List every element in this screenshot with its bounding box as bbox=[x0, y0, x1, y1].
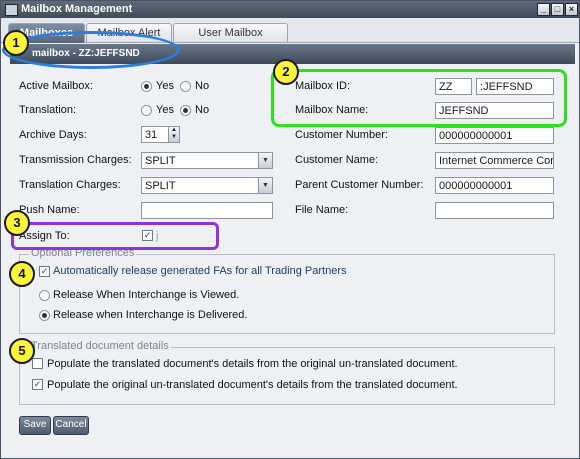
auto-release-label: Automatically release generated FAs for … bbox=[53, 265, 347, 277]
active-mailbox-no-label: No bbox=[195, 80, 210, 92]
active-mailbox-yes-radio[interactable] bbox=[141, 81, 152, 92]
translation-charges-select[interactable]: SPLIT ▼ bbox=[141, 177, 273, 194]
release-viewed-label: Release When Interchange is Viewed. bbox=[53, 289, 240, 301]
annotation-ring-purple bbox=[11, 222, 219, 250]
chevron-down-icon[interactable]: ▼ bbox=[258, 178, 272, 193]
transmission-charges-select[interactable]: SPLIT ▼ bbox=[141, 152, 273, 169]
maximize-button[interactable]: □ bbox=[551, 3, 564, 16]
customer-name-input[interactable]: Internet Commerce Corpor bbox=[435, 152, 554, 169]
callout-1: 1 bbox=[3, 30, 29, 56]
populate-original-checkbox[interactable]: ✓ bbox=[32, 379, 43, 390]
translation-charges-label: Translation Charges: bbox=[19, 179, 121, 191]
file-name-input[interactable] bbox=[435, 202, 554, 219]
file-name-label: File Name: bbox=[295, 204, 349, 216]
push-name-input[interactable] bbox=[141, 202, 273, 219]
parent-customer-number-input[interactable]: 000000000001 bbox=[435, 177, 554, 194]
translation-no-label: No bbox=[195, 104, 210, 116]
transmission-charges-value: SPLIT bbox=[145, 155, 176, 167]
translation-charges-value: SPLIT bbox=[145, 180, 176, 192]
callout-2: 2 bbox=[273, 59, 299, 85]
auto-release-checkbox[interactable]: ✓ bbox=[39, 266, 50, 277]
transmission-charges-label: Transmission Charges: bbox=[19, 154, 132, 166]
annotation-ring-blue bbox=[2, 31, 180, 69]
active-mailbox-label: Active Mailbox: bbox=[19, 80, 93, 92]
window-title: Mailbox Management bbox=[21, 3, 133, 15]
translation-no-radio[interactable] bbox=[180, 105, 191, 116]
callout-3: 3 bbox=[4, 210, 30, 236]
translated-details-group bbox=[19, 347, 555, 405]
release-viewed-radio[interactable] bbox=[39, 290, 50, 301]
callout-5: 5 bbox=[9, 338, 35, 364]
active-mailbox-no-radio[interactable] bbox=[180, 81, 191, 92]
customer-number-input[interactable]: 000000000001 bbox=[435, 127, 554, 144]
annotation-ring-green bbox=[271, 69, 567, 127]
customer-name-label: Customer Name: bbox=[295, 154, 379, 166]
title-bar: Mailbox Management _ □ × bbox=[1, 1, 579, 18]
populate-original-label: Populate the original un-translated docu… bbox=[47, 379, 458, 391]
release-delivered-radio[interactable] bbox=[39, 310, 50, 321]
parent-customer-number-label: Parent Customer Number: bbox=[295, 179, 424, 191]
tab-user-mailbox-assignments[interactable]: User Mailbox Assignments bbox=[173, 23, 288, 57]
customer-number-label: Customer Number: bbox=[295, 129, 388, 141]
archive-days-value: 31 bbox=[145, 129, 158, 141]
cancel-button[interactable]: Cancel bbox=[53, 416, 89, 435]
populate-translated-label: Populate the translated document's detai… bbox=[47, 358, 458, 370]
push-name-label: Push Name: bbox=[19, 204, 80, 216]
populate-translated-checkbox[interactable] bbox=[32, 358, 43, 369]
chevron-down-icon[interactable]: ▼ bbox=[258, 153, 272, 168]
translation-yes-label: Yes bbox=[156, 104, 174, 116]
close-button[interactable]: × bbox=[565, 3, 578, 16]
archive-days-field[interactable]: 31 ▲ ▼ bbox=[141, 126, 180, 143]
minimize-button[interactable]: _ bbox=[537, 3, 550, 16]
translation-yes-radio[interactable] bbox=[141, 105, 152, 116]
window-app-icon bbox=[5, 4, 18, 16]
archive-days-label: Archive Days: bbox=[19, 129, 87, 141]
mailbox-management-window: Mailbox Management _ □ × Mailboxes Mailb… bbox=[0, 0, 580, 459]
translation-label: Translation: bbox=[19, 104, 77, 116]
active-mailbox-yes-label: Yes bbox=[156, 80, 174, 92]
archive-days-stepper[interactable]: ▲ ▼ bbox=[168, 127, 179, 142]
save-button[interactable]: Save bbox=[19, 416, 51, 435]
callout-4: 4 bbox=[9, 261, 35, 287]
release-delivered-label: Release when Interchange is Delivered. bbox=[53, 309, 248, 321]
translated-details-legend: Translated document details bbox=[29, 340, 171, 352]
